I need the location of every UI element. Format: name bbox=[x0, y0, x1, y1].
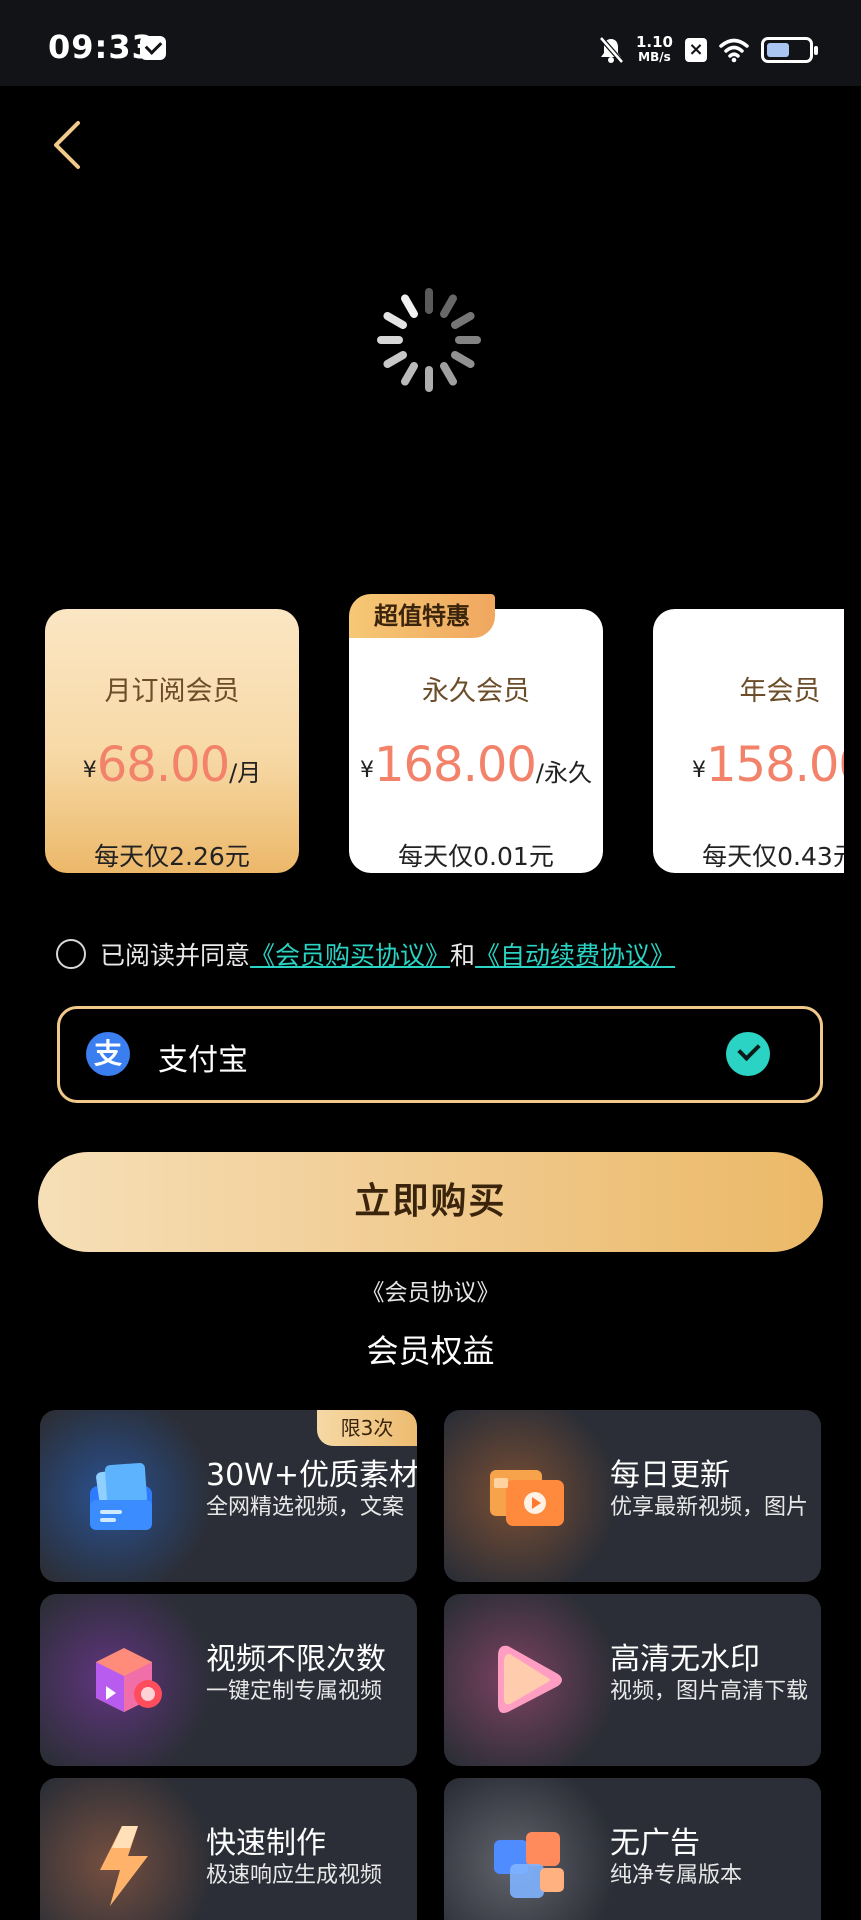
spinner-tick bbox=[401, 361, 418, 386]
message-notification-icon bbox=[140, 36, 166, 60]
check-icon bbox=[726, 1032, 770, 1076]
close-box-icon: × bbox=[685, 38, 707, 62]
agreement-and: 和 bbox=[450, 941, 476, 970]
plan-name: 年会员 bbox=[739, 676, 821, 707]
agreement-radio[interactable] bbox=[56, 939, 86, 969]
plan-badge: 超值特惠 bbox=[349, 594, 495, 638]
play-icon bbox=[498, 1645, 562, 1713]
benefit-desc: 纯净专属版本 bbox=[610, 1863, 743, 1888]
plan-currency: ¥ bbox=[359, 758, 374, 783]
network-speed-unit: MB/s bbox=[638, 50, 671, 64]
plan-unit: /月 bbox=[229, 759, 262, 787]
plan-currency: ¥ bbox=[82, 758, 97, 783]
plan-name: 月订阅会员 bbox=[104, 676, 240, 707]
alipay-icon: 支 bbox=[86, 1032, 130, 1076]
member-agreement-link[interactable]: 《会员协议》 bbox=[0, 1273, 861, 1307]
plan-card-monthly[interactable]: 月订阅会员 ¥68.00/月 每天仅2.26元 bbox=[45, 609, 299, 873]
benefit-desc: 极速响应生成视频 bbox=[206, 1863, 383, 1888]
benefit-title: 30W+优质素材 bbox=[206, 1458, 417, 1493]
spinner-tick bbox=[383, 312, 408, 329]
payment-option-alipay[interactable]: 支 支付宝 bbox=[57, 1006, 823, 1103]
benefit-card: 无广告 纯净专属版本 bbox=[444, 1778, 821, 1920]
limit-badge: 限3次 bbox=[317, 1410, 417, 1446]
status-icons: 1.10 MB/s × bbox=[598, 30, 818, 70]
lightning-icon bbox=[100, 1826, 148, 1906]
benefit-title: 高清无水印 bbox=[610, 1642, 760, 1677]
benefit-title: 视频不限次数 bbox=[206, 1642, 386, 1677]
status-bar: 09:33 1.10 MB/s × bbox=[0, 0, 861, 86]
spinner-tick bbox=[383, 351, 408, 368]
purchase-agreement-link[interactable]: 《会员购买协议》 bbox=[250, 936, 450, 972]
stack-icon bbox=[90, 1462, 152, 1530]
plan-unit: /永久 bbox=[535, 759, 593, 787]
benefit-card: 视频不限次数 一键定制专属视频 bbox=[40, 1594, 417, 1766]
plan-amount: 68.00 bbox=[96, 737, 230, 793]
wifi-icon bbox=[719, 38, 749, 63]
network-speed-value: 1.10 bbox=[635, 33, 673, 51]
camera-icon bbox=[96, 1648, 162, 1712]
payment-label: 支付宝 bbox=[158, 1043, 248, 1078]
benefit-desc: 视频，图片高清下载 bbox=[610, 1679, 809, 1704]
benefits-title: 会员权益 bbox=[366, 1332, 495, 1370]
benefit-desc: 优享最新视频，图片 bbox=[610, 1495, 809, 1520]
plan-price: ¥168.00/永久 bbox=[349, 737, 603, 793]
back-chevron-icon[interactable] bbox=[46, 115, 90, 175]
spinner-tick bbox=[450, 312, 475, 329]
plan-currency: ¥ bbox=[692, 758, 707, 783]
benefit-card: 每日更新 优享最新视频，图片 bbox=[444, 1410, 821, 1582]
benefit-desc: 全网精选视频，文案 bbox=[206, 1495, 405, 1520]
blocks-icon bbox=[494, 1832, 564, 1898]
bell-muted-icon bbox=[599, 36, 624, 64]
plan-daily-price: 每天仅0.43元 bbox=[702, 842, 844, 871]
spinner-tick bbox=[440, 294, 457, 319]
auto-renew-agreement-link[interactable]: 《自动续费协议》 bbox=[475, 936, 675, 972]
benefit-title: 无广告 bbox=[610, 1826, 700, 1861]
status-time: 09:33 bbox=[48, 28, 155, 66]
benefit-card: 高清无水印 视频，图片高清下载 bbox=[444, 1594, 821, 1766]
plan-card-lifetime[interactable]: 永久会员 ¥168.00/永久 每天仅0.01元 bbox=[349, 609, 603, 873]
benefit-card: 限3次 30W+优质素材 全网精选视频，文案 bbox=[40, 1410, 417, 1582]
spinner-tick bbox=[401, 294, 418, 319]
spinner-tick bbox=[440, 361, 457, 386]
agreement-row: 已阅读并同意 《会员购买协议》 和 《自动续费协议》 bbox=[56, 936, 675, 972]
plan-price: ¥158.00 bbox=[653, 737, 844, 793]
plan-card-yearly[interactable]: 年会员 ¥158.00 每天仅0.43元 bbox=[653, 609, 844, 873]
folder-play-icon bbox=[490, 1470, 564, 1526]
benefit-desc: 一键定制专属视频 bbox=[206, 1679, 383, 1704]
plan-daily-price: 每天仅2.26元 bbox=[94, 842, 250, 871]
benefit-card: 快速制作 极速响应生成视频 bbox=[40, 1778, 417, 1920]
battery-icon bbox=[761, 37, 818, 63]
loading-spinner-icon bbox=[377, 288, 481, 392]
buy-now-button[interactable]: 立即购买 bbox=[38, 1152, 823, 1252]
spinner-tick bbox=[450, 351, 475, 368]
battery-level bbox=[767, 43, 789, 57]
plan-price: ¥68.00/月 bbox=[45, 737, 299, 793]
benefit-title: 快速制作 bbox=[206, 1826, 326, 1861]
benefit-title: 每日更新 bbox=[610, 1458, 730, 1493]
agreement-prefix: 已阅读并同意 bbox=[100, 941, 251, 970]
plan-amount: 158.00 bbox=[706, 737, 844, 793]
plan-daily-price: 每天仅0.01元 bbox=[398, 842, 554, 871]
network-speed: 1.10 MB/s bbox=[636, 35, 673, 65]
plan-carousel[interactable]: 超值特惠 月订阅会员 ¥68.00/月 每天仅2.26元 永久会员 ¥168.0… bbox=[0, 594, 844, 884]
plan-name: 永久会员 bbox=[422, 676, 530, 707]
plan-amount: 168.00 bbox=[373, 737, 537, 793]
